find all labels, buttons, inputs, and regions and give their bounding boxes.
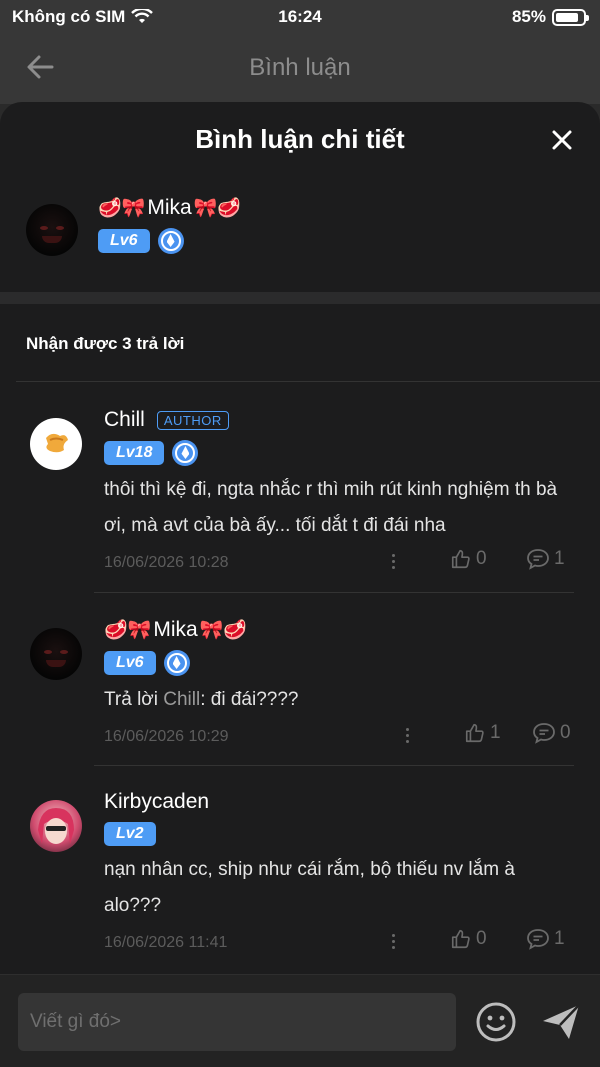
divider	[94, 592, 574, 593]
section-divider	[0, 292, 600, 304]
more-vertical-icon[interactable]	[392, 552, 396, 572]
username-text: Chill	[104, 408, 145, 431]
comment-icon	[533, 723, 555, 744]
sheet-title: Bình luận chi tiết	[195, 124, 405, 154]
comment-button[interactable]: 1	[526, 548, 565, 570]
smiley-icon[interactable]	[475, 1001, 517, 1043]
close-icon[interactable]	[550, 128, 574, 152]
author-tag: AUTHOR	[156, 410, 229, 430]
comment-count: 1	[554, 928, 565, 949]
nav-bar: Bình luận	[0, 34, 600, 104]
like-count: 1	[490, 722, 501, 743]
avatar[interactable]	[30, 418, 82, 470]
divider	[94, 765, 574, 766]
timestamp: 16/06/2026 10:28	[104, 554, 229, 571]
reply-prefix: Trả lời	[104, 689, 164, 710]
shield-badge-icon	[157, 228, 184, 254]
reply-meta: 16/06/2026 10:29 1 0	[104, 722, 574, 752]
comment-count: 0	[560, 722, 571, 743]
divider	[16, 381, 600, 382]
thumbs-up-icon	[451, 549, 470, 569]
battery-icon	[552, 8, 589, 26]
more-vertical-icon[interactable]	[406, 726, 410, 746]
level-badge: Lv6	[98, 229, 150, 253]
user-badges: Lv18	[104, 440, 574, 466]
root-comment: 🥩🎀 Mika 🎀🥩 Lv6	[26, 196, 566, 272]
avatar-eye	[44, 650, 52, 654]
username-emoji-prefix: 🥩🎀	[104, 620, 152, 641]
send-icon[interactable]	[540, 1001, 582, 1043]
comment-button[interactable]: 0	[532, 722, 571, 744]
username-emoji-suffix: 🎀🥩	[193, 198, 241, 219]
username-text: Mika	[153, 618, 198, 641]
user-badges: Lv6	[104, 650, 574, 676]
avatar-eye	[56, 226, 64, 230]
clock: 16:24	[278, 7, 322, 26]
username[interactable]: Kirbycaden	[104, 790, 574, 814]
like-count: 0	[476, 548, 487, 569]
username-text: Mika	[147, 196, 192, 219]
battery-status: 85%	[511, 7, 589, 27]
username-text: Kirbycaden	[104, 790, 210, 813]
timestamp: 16/06/2026 11:41	[104, 934, 228, 951]
username-emoji-prefix: 🥩🎀	[98, 198, 146, 219]
shield-badge-icon	[172, 440, 199, 466]
thumbs-up-icon	[465, 723, 484, 743]
avatar-eye	[60, 650, 68, 654]
username[interactable]: Chill AUTHOR	[104, 408, 574, 432]
avatar-eye	[40, 226, 48, 230]
avatar-image	[46, 433, 68, 453]
battery-percent: 85%	[511, 7, 546, 26]
more-vertical-icon[interactable]	[392, 932, 396, 952]
reply-body: 🥩🎀 Mika 🎀🥩 Lv6 Trả lời Chill: đi đái????…	[104, 618, 574, 752]
avatar-image	[38, 808, 74, 844]
reply-meta: 16/06/2026 10:28 0 1	[104, 548, 574, 578]
user-badges: Lv6	[98, 228, 241, 254]
comment-input-bar	[0, 974, 600, 1067]
reply-body: Chill AUTHOR Lv18 thôi thì kệ đi, ngta n…	[104, 408, 574, 578]
mention-link[interactable]: Chill	[163, 689, 200, 710]
battery-fill	[556, 12, 579, 22]
comment-count: 1	[554, 548, 565, 569]
avatar[interactable]	[26, 204, 78, 256]
username[interactable]: 🥩🎀 Mika 🎀🥩	[104, 618, 574, 642]
reply-content: : đi đái????	[200, 689, 299, 710]
avatar-mouth	[42, 236, 62, 243]
timestamp: 16/06/2026 10:29	[104, 728, 229, 745]
reply-count: Nhận được 3 trả lời	[26, 334, 185, 353]
comment-button[interactable]: 1	[526, 928, 565, 950]
level-badge: Lv6	[104, 651, 156, 675]
comment-icon	[527, 549, 549, 570]
level-badge: Lv18	[104, 441, 165, 465]
comment-icon	[527, 929, 549, 950]
level-badge: Lv2	[104, 822, 156, 846]
like-button[interactable]: 0	[450, 548, 487, 570]
comment-detail-sheet: Bình luận chi tiết 🥩🎀 Mika 🎀🥩 Lv6 Nhận đ…	[0, 102, 600, 1067]
reply-text: Trả lời Chill: đi đái????	[104, 682, 574, 718]
avatar[interactable]	[30, 628, 82, 680]
like-button[interactable]: 1	[464, 722, 501, 744]
status-bar: Không có SIM 16:24 85%	[0, 0, 600, 34]
username-emoji-suffix: 🎀🥩	[199, 620, 247, 641]
like-button[interactable]: 0	[450, 928, 487, 950]
shield-badge-icon	[163, 650, 190, 676]
reply-text: thôi thì kệ đi, ngta nhắc r thì mih rút …	[104, 479, 558, 536]
like-count: 0	[476, 928, 487, 949]
thumbs-up-icon	[451, 929, 470, 949]
reply-meta: 16/06/2026 11:41 0 1	[104, 928, 574, 958]
reply-text: nạn nhân cc, ship như cái rắm, bộ thiếu …	[104, 859, 515, 916]
avatar[interactable]	[30, 800, 82, 852]
comment-input[interactable]	[18, 993, 456, 1051]
page-title: Bình luận	[249, 54, 351, 81]
username[interactable]: 🥩🎀 Mika 🎀🥩	[98, 196, 241, 220]
avatar-mouth	[46, 660, 66, 667]
reply-body: Kirbycaden Lv2 nạn nhân cc, ship như cái…	[104, 790, 574, 958]
user-badges: Lv2	[104, 822, 574, 846]
